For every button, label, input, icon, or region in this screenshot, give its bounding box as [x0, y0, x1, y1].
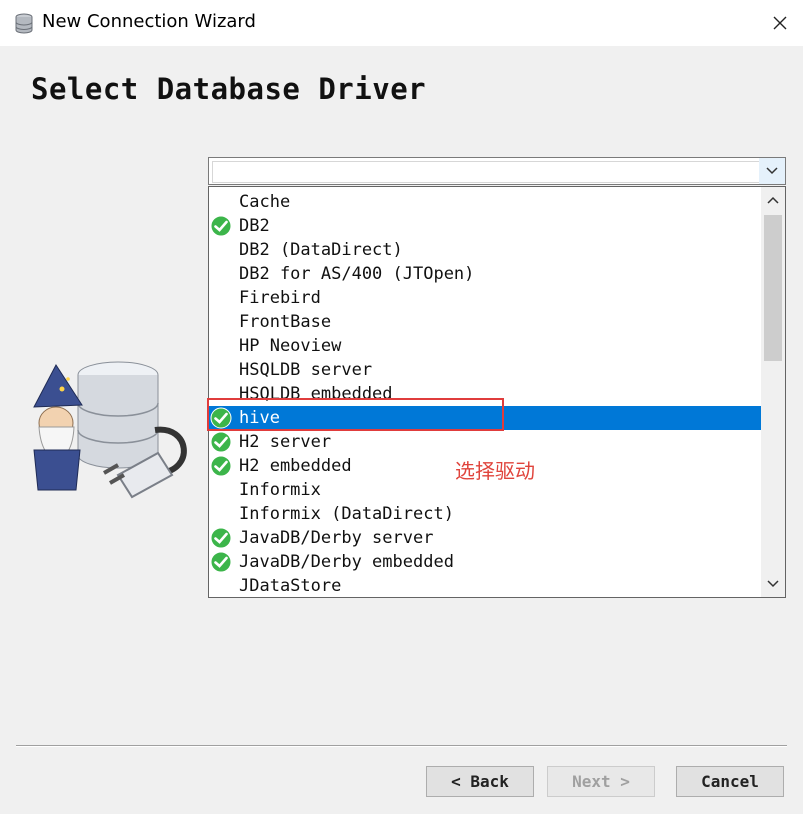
database-icon: [15, 13, 33, 34]
page-title: Select Database Driver: [31, 72, 427, 106]
list-item[interactable]: HSQLDB embedded: [209, 382, 761, 406]
list-item-label: DB2: [239, 216, 270, 236]
list-item-label: HP Neoview: [239, 336, 342, 356]
list-item-label: JavaDB/Derby embedded: [239, 552, 454, 572]
list-item[interactable]: Firebird: [209, 286, 761, 310]
list-item-label: DB2 for AS/400 (JTOpen): [239, 264, 475, 284]
list-item[interactable]: DB2 (DataDirect): [209, 238, 761, 262]
list-item[interactable]: JDataStore: [209, 574, 761, 597]
list-item-label: FrontBase: [239, 312, 332, 332]
list-item[interactable]: HP Neoview: [209, 334, 761, 358]
scroll-up-button[interactable]: [761, 187, 785, 213]
check-circle-icon: [210, 527, 232, 549]
list-item[interactable]: Informix (DataDirect): [209, 502, 761, 526]
check-circle-icon: [210, 407, 232, 429]
window-title: New Connection Wizard: [42, 11, 256, 32]
back-button[interactable]: < Back: [426, 766, 534, 797]
chevron-up-icon: [767, 196, 779, 204]
driver-list-items: Cache DB2 DB2 (DataDirect) DB2 for AS/400 (…: [209, 190, 761, 597]
check-circle-icon: [210, 455, 232, 477]
check-circle-icon: [210, 215, 232, 237]
list-item-label: H2 embedded: [239, 456, 352, 476]
wizard-database-illustration: [33, 361, 187, 499]
list-item-label: JDataStore: [239, 576, 342, 596]
list-item-label: JavaDB/Derby server: [239, 528, 434, 548]
chevron-down-icon: [767, 580, 779, 588]
footer-separator: [16, 745, 787, 747]
list-item-label: Informix: [239, 480, 321, 500]
list-item[interactable]: JavaDB/Derby server: [209, 526, 761, 550]
driver-dropdown-list[interactable]: Cache DB2 DB2 (DataDirect) DB2 for AS/400 (…: [208, 186, 786, 598]
list-item-label: DB2 (DataDirect): [239, 240, 403, 260]
list-item-label: Informix (DataDirect): [239, 504, 454, 524]
list-item-label: HSQLDB embedded: [239, 384, 393, 404]
check-circle-icon: [210, 551, 232, 573]
cancel-button[interactable]: Cancel: [676, 766, 784, 797]
list-scrollbar[interactable]: [761, 187, 785, 597]
list-item[interactable]: JavaDB/Derby embedded: [209, 550, 761, 574]
list-item[interactable]: Cache: [209, 190, 761, 214]
close-icon: [773, 16, 787, 30]
driver-combobox[interactable]: [208, 157, 786, 185]
list-item[interactable]: HSQLDB server: [209, 358, 761, 382]
list-item[interactable]: DB2: [209, 214, 761, 238]
list-item-label: H2 server: [239, 432, 332, 452]
driver-combobox-value[interactable]: [212, 161, 760, 183]
combobox-dropdown-button[interactable]: [759, 158, 785, 184]
list-item[interactable]: DB2 for AS/400 (JTOpen): [209, 262, 761, 286]
list-item[interactable]: hive: [209, 406, 761, 430]
list-item[interactable]: H2 server: [209, 430, 761, 454]
list-item-label: HSQLDB server: [239, 360, 373, 380]
list-item[interactable]: FrontBase: [209, 310, 761, 334]
close-button[interactable]: [757, 0, 803, 46]
list-item-label: Cache: [239, 192, 291, 212]
annotation-text: 选择驱动: [455, 459, 535, 483]
check-circle-icon: [210, 431, 232, 453]
title-bar: New Connection Wizard: [0, 0, 803, 46]
scroll-thumb[interactable]: [764, 215, 782, 361]
list-item-label: Firebird: [239, 288, 321, 308]
next-button[interactable]: Next >: [547, 766, 655, 797]
chevron-down-icon: [766, 167, 778, 175]
list-item-label: hive: [239, 408, 280, 428]
scroll-down-button[interactable]: [761, 571, 785, 597]
